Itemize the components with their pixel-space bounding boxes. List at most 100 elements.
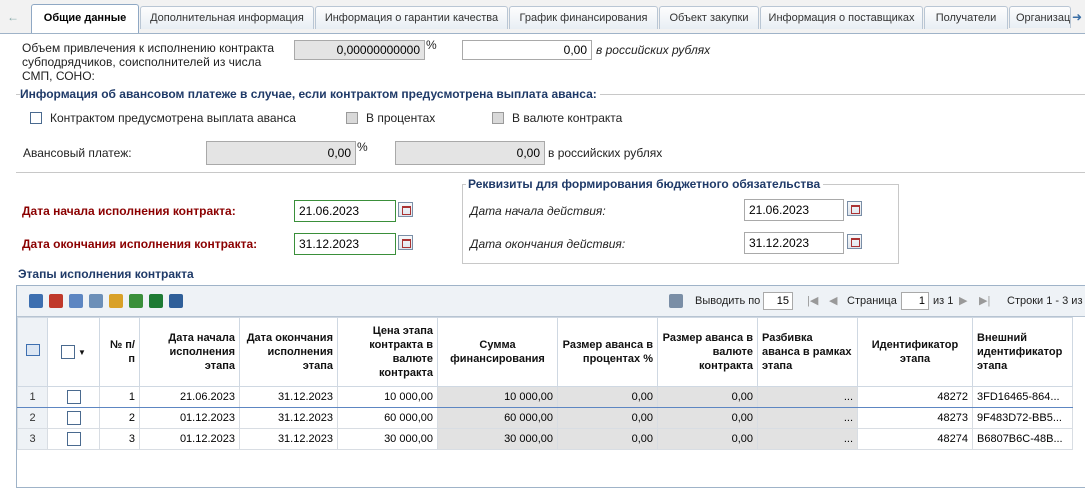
smp-rub-field[interactable]: 0,00	[462, 40, 592, 60]
cell-advance-currency: 0,00	[657, 407, 758, 429]
cell-stage-id: 48274	[857, 428, 973, 450]
add-row-icon[interactable]	[29, 294, 43, 308]
budget-start-label: Дата начала действия:	[470, 204, 606, 218]
header-advance-split[interactable]: Разбивка аванса в рамках этапа	[757, 317, 858, 387]
advance-rub-suffix: в российских рублях	[548, 146, 663, 160]
cell-stage-id: 48273	[857, 407, 973, 429]
cell-advance-split[interactable]: ...	[757, 407, 858, 429]
list-icon[interactable]	[89, 294, 103, 308]
cell-advance-percent: 0,00	[557, 386, 658, 408]
contract-end-field[interactable]: 31.12.2023	[294, 233, 396, 255]
header-advance-percent[interactable]: Размер аванса в процентах %	[557, 317, 658, 387]
cell-financing-sum: 60 000,00	[437, 407, 558, 429]
cell-start-date[interactable]: 01.12.2023	[139, 407, 240, 429]
cell-advance-split[interactable]: ...	[757, 386, 858, 408]
cell-price[interactable]: 30 000,00	[337, 428, 438, 450]
tab-purchase-object[interactable]: Объект закупки	[659, 6, 759, 29]
tab-financing-schedule[interactable]: График финансирования	[509, 6, 658, 29]
copy-row-icon[interactable]	[69, 294, 83, 308]
smp-rub-suffix: в российских рублях	[596, 43, 711, 57]
cell-advance-currency: 0,00	[657, 428, 758, 450]
header-price[interactable]: Цена этапа контракта в валюте контракта	[337, 317, 438, 387]
percent-checkbox[interactable]	[346, 112, 358, 124]
cell-advance-percent: 0,00	[557, 428, 658, 450]
budget-end-field[interactable]: 31.12.2023	[744, 232, 844, 254]
prev-page-icon[interactable]: ◀	[829, 294, 837, 308]
header-financing-sum[interactable]: Сумма финансирования	[437, 317, 558, 387]
contract-end-calendar-icon[interactable]	[398, 235, 413, 250]
cell-end-date[interactable]: 31.12.2023	[239, 407, 338, 429]
sort-icon[interactable]	[129, 294, 143, 308]
cell-end-date[interactable]: 31.12.2023	[239, 428, 338, 450]
tab-organizations[interactable]: Организац	[1009, 6, 1071, 28]
contract-start-calendar-icon[interactable]	[398, 202, 413, 217]
currency-checkbox-label: В валюте контракта	[512, 111, 623, 125]
table-row[interactable]: 3 3 01.12.2023 31.12.2023 30 000,00 30 0…	[17, 428, 1073, 450]
tab-general[interactable]: Общие данные	[31, 4, 139, 33]
table-row[interactable]: 1 1 21.06.2023 31.12.2023 10 000,00 10 0…	[17, 386, 1073, 408]
cell-financing-sum: 10 000,00	[437, 386, 558, 408]
cell-end-date[interactable]: 31.12.2023	[239, 386, 338, 408]
tab-suppliers-info[interactable]: Информация о поставщиках	[760, 6, 923, 29]
excel-export-icon[interactable]	[149, 294, 163, 308]
page-of-label: из 1	[933, 295, 954, 307]
table-row[interactable]: 2 2 01.12.2023 31.12.2023 60 000,00 60 0…	[17, 407, 1073, 429]
settings-grid-icon[interactable]	[169, 294, 183, 308]
row-number: 3	[17, 428, 48, 450]
page-size-icon[interactable]	[669, 294, 683, 308]
column-settings-icon[interactable]	[17, 317, 48, 387]
contract-start-field[interactable]: 21.06.2023	[294, 200, 396, 222]
stages-header-row: ▼ № п/п Дата начала исполнения этапа Дат…	[17, 317, 1073, 387]
row-checkbox[interactable]	[47, 428, 100, 450]
stages-toolbar: Выводить по 15 |◀ ◀ Страница 1 из 1 ▶ ▶|…	[17, 286, 1085, 317]
tab-additional-info[interactable]: Дополнительная информация	[140, 6, 314, 29]
last-page-icon[interactable]: ▶|	[979, 294, 990, 308]
filter-icon[interactable]	[109, 294, 123, 308]
select-all-checkbox[interactable]: ▼	[47, 317, 100, 387]
budget-end-label: Дата окончания действия:	[470, 237, 626, 251]
first-page-icon[interactable]: |◀	[807, 294, 818, 308]
delete-row-icon[interactable]	[49, 294, 63, 308]
cell-num: 1	[99, 386, 140, 408]
tab-quality-guarantee[interactable]: Информация о гарантии качества	[315, 6, 508, 29]
cell-start-date[interactable]: 21.06.2023	[139, 386, 240, 408]
header-advance-currency[interactable]: Размер аванса в валюте контракта	[657, 317, 758, 387]
cell-financing-sum: 30 000,00	[437, 428, 558, 450]
budget-group-title: Реквизиты для формирования бюджетного об…	[466, 177, 824, 191]
tab-recipients[interactable]: Получатели	[924, 6, 1008, 29]
advance-percent-sign: %	[357, 140, 368, 154]
advance-rub-field[interactable]: 0,00	[395, 141, 545, 165]
currency-checkbox[interactable]	[492, 112, 504, 124]
stages-grid: Выводить по 15 |◀ ◀ Страница 1 из 1 ▶ ▶|…	[16, 285, 1085, 488]
row-checkbox[interactable]	[47, 386, 100, 408]
cell-start-date[interactable]: 01.12.2023	[139, 428, 240, 450]
cell-external-id: 3FD16465-864...	[972, 386, 1073, 408]
budget-start-calendar-icon[interactable]	[847, 201, 862, 216]
budget-end-calendar-icon[interactable]	[847, 234, 862, 249]
tab-scroll-right-icon[interactable]: ➜	[1068, 8, 1085, 26]
header-stage-id[interactable]: Идентификатор этапа	[857, 317, 973, 387]
chevron-down-icon[interactable]: ▼	[78, 348, 86, 357]
next-page-icon[interactable]: ▶	[959, 294, 967, 308]
stages-title: Этапы исполнения контракта	[18, 267, 194, 281]
advance-percent-field[interactable]: 0,00	[206, 141, 356, 165]
advance-group-title: Информация об авансовом платеже в случае…	[20, 87, 600, 101]
header-external-id[interactable]: Внешний идентификатор этапа	[972, 317, 1073, 387]
row-checkbox[interactable]	[47, 407, 100, 429]
header-end-date[interactable]: Дата окончания исполнения этапа	[239, 317, 338, 387]
cell-advance-split[interactable]: ...	[757, 428, 858, 450]
cell-price[interactable]: 10 000,00	[337, 386, 438, 408]
advance-checkbox[interactable]	[30, 112, 42, 124]
header-start-date[interactable]: Дата начала исполнения этапа	[139, 317, 240, 387]
page-size-field[interactable]: 15	[763, 292, 793, 310]
header-num[interactable]: № п/п	[99, 317, 140, 387]
budget-start-field[interactable]: 21.06.2023	[744, 199, 844, 221]
page-field[interactable]: 1	[901, 292, 929, 310]
cell-advance-currency: 0,00	[657, 386, 758, 408]
cell-stage-id: 48272	[857, 386, 973, 408]
smp-label: Объем привлечения к исполнению контракта…	[22, 41, 275, 83]
cell-price[interactable]: 60 000,00	[337, 407, 438, 429]
smp-percent-field[interactable]: 0,00000000000	[294, 40, 425, 60]
tab-scroll-left-icon[interactable]: ←	[4, 8, 22, 26]
stages-table: ▼ № п/п Дата начала исполнения этапа Дат…	[17, 317, 1073, 450]
